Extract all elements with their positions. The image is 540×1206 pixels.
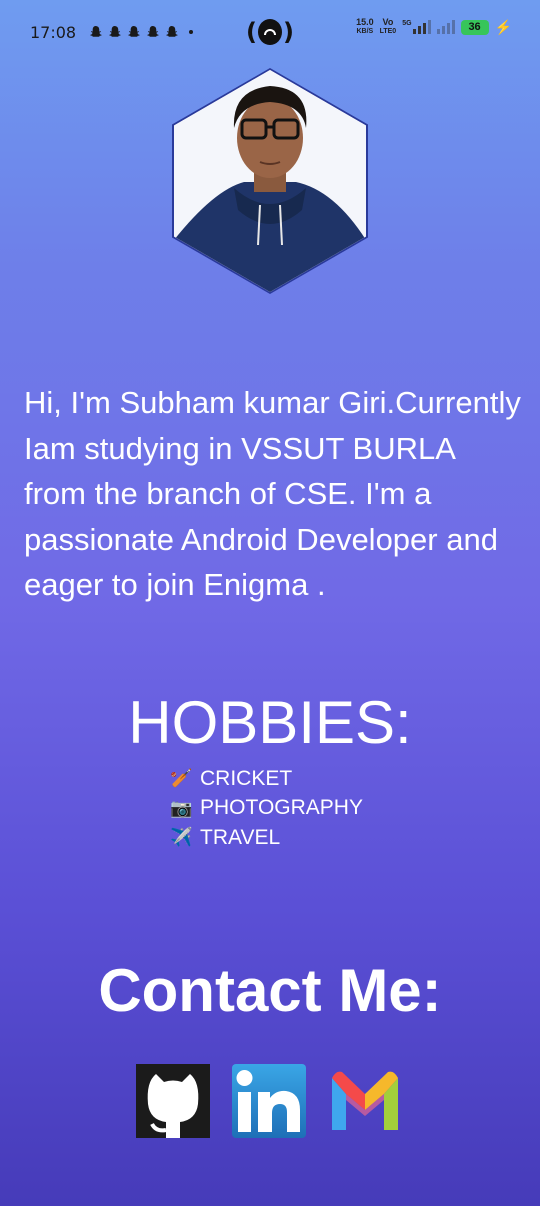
hobbies-title: HOBBIES: [128, 689, 412, 756]
volte-indicator: Vo LTE0 [379, 17, 397, 36]
snapchat-icon [166, 25, 178, 37]
snapchat-icon [109, 25, 121, 37]
hobby-item-cricket: 🏏 CRICKET [170, 764, 363, 794]
intro-text: Hi, I'm Subham kumar Giri.Currently Iam … [24, 385, 521, 602]
hobby-label: TRAVEL [200, 825, 281, 849]
status-bar: 17:08 () 15.0 KB/S Vo LTE0 5G 36 ⚡ [0, 0, 540, 64]
signal-sim1-icon: 5G [402, 20, 431, 34]
contact-links [136, 1064, 402, 1138]
hobby-label: CRICKET [200, 766, 293, 790]
snapchat-icon [128, 25, 140, 37]
hotspot-icon: () [246, 18, 294, 46]
charging-icon: ⚡ [494, 18, 512, 35]
status-indicators: 15.0 KB/S Vo LTE0 5G 36 ⚡ [356, 18, 512, 36]
snapchat-icon [90, 25, 102, 37]
github-icon[interactable] [136, 1064, 210, 1138]
hobby-item-photography: 📷 PHOTOGRAPHY [170, 794, 363, 824]
hobby-label: PHOTOGRAPHY [200, 796, 363, 820]
notification-icons [88, 25, 194, 40]
network-speed: 15.0 KB/S [356, 17, 374, 36]
profile-picture-frame [172, 68, 368, 294]
battery-icon: 36 [460, 19, 489, 35]
cricket-icon: 🏏 [170, 768, 193, 789]
snapchat-icon [147, 25, 159, 37]
more-notifications-dot [189, 30, 194, 34]
profile-picture [174, 70, 366, 292]
signal-sim2-icon [436, 20, 455, 34]
camera-icon: 📷 [170, 797, 193, 818]
linkedin-icon[interactable] [232, 1064, 306, 1138]
status-time: 17:08 [30, 22, 77, 42]
hobby-item-travel: ✈️ TRAVEL [170, 823, 363, 853]
hobby-list: 🏏 CRICKET 📷 PHOTOGRAPHY ✈️ TRAVEL [170, 764, 363, 853]
gmail-icon[interactable] [328, 1064, 402, 1138]
airplane-icon: ✈️ [170, 827, 193, 848]
contact-title: Contact Me: [98, 957, 442, 1024]
